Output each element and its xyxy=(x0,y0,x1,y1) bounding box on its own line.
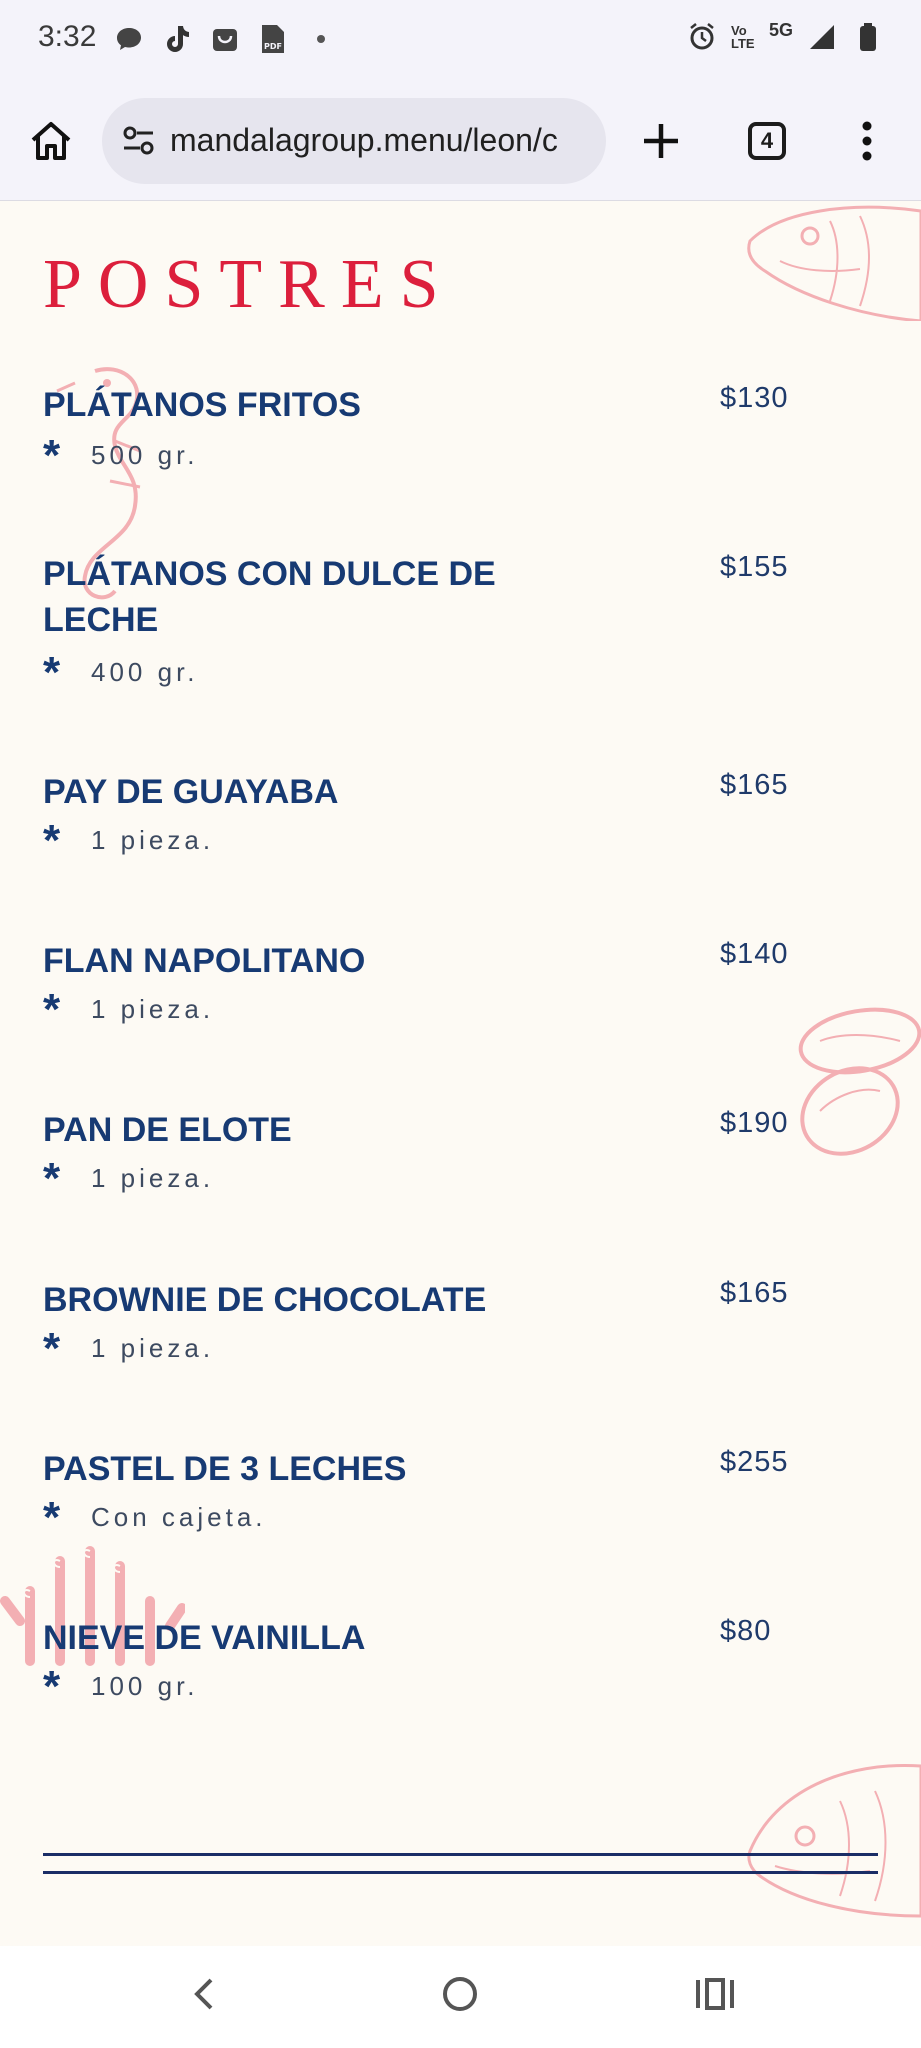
menu-item: PLÁTANOS FRITOS $130 * 500 gr. xyxy=(43,382,873,512)
menu-page: POSTRES PLÁTANOS FRITOS $130 * 500 gr. P… xyxy=(0,201,921,1946)
menu-item: BROWNIE DE CHOCOLATE $165 * 1 pieza. xyxy=(43,1277,873,1407)
item-name: PASTEL DE 3 LECHES xyxy=(43,1450,407,1488)
recent-apps-button[interactable] xyxy=(690,1974,740,2014)
item-bullet: * xyxy=(43,1154,61,1203)
item-description: 1 pieza. xyxy=(91,825,215,855)
item-price: $155 xyxy=(720,551,789,583)
address-bar[interactable]: mandalagroup.menu/leon/c xyxy=(102,98,606,184)
item-price: $165 xyxy=(720,769,789,801)
notification-icons: PDF xyxy=(112,22,338,56)
dot-icon xyxy=(304,22,338,56)
tab-switcher-button[interactable]: 4 xyxy=(748,122,786,160)
home-icon xyxy=(31,122,71,160)
plus-icon xyxy=(644,124,678,158)
menu-item: PLÁTANOS CON DULCE DE LECHE $155 * 400 g… xyxy=(43,551,873,711)
item-price: $130 xyxy=(720,382,789,414)
fish-illustration-icon xyxy=(747,205,921,321)
item-description: 100 gr. xyxy=(91,1671,199,1701)
more-vert-icon xyxy=(862,121,872,161)
item-bullet: * xyxy=(43,1493,61,1542)
back-button[interactable] xyxy=(185,1974,225,2014)
menu-item: PASTEL DE 3 LECHES $255 * Con cajeta. xyxy=(43,1446,873,1576)
home-button[interactable] xyxy=(26,116,76,166)
item-bullet: * xyxy=(43,816,61,865)
tiktok-icon xyxy=(160,22,194,56)
menu-item: PAN DE ELOTE $190 * 1 pieza. xyxy=(43,1107,873,1237)
item-bullet: * xyxy=(43,1324,61,1373)
system-nav-bar xyxy=(0,1946,921,2048)
item-name: PAN DE ELOTE xyxy=(43,1111,292,1149)
url-text[interactable]: mandalagroup.menu/leon/c xyxy=(170,122,596,159)
item-description: 400 gr. xyxy=(91,657,199,687)
recents-icon xyxy=(696,1978,734,2010)
item-description: 1 pieza. xyxy=(91,1333,215,1363)
item-bullet: * xyxy=(43,648,61,697)
menu-item: FLAN NAPOLITANO $140 * 1 pieza. xyxy=(43,938,873,1068)
item-price: $80 xyxy=(720,1615,772,1647)
item-price: $140 xyxy=(720,938,789,970)
browser-menu-button[interactable] xyxy=(852,116,882,166)
menu-item: NIEVE DE VAINILLA $80 * 100 gr. xyxy=(43,1615,873,1745)
browser-toolbar: mandalagroup.menu/leon/c 4 xyxy=(0,82,921,201)
item-description: 1 pieza. xyxy=(91,994,215,1024)
item-name: BROWNIE DE CHOCOLATE xyxy=(43,1281,487,1319)
item-bullet: * xyxy=(43,1662,61,1711)
nav-home-button[interactable] xyxy=(440,1974,480,2014)
alarm-icon xyxy=(685,20,719,54)
shop-icon xyxy=(208,22,242,56)
svg-text:PDF: PDF xyxy=(264,42,282,51)
status-bar: 3:32 PDF Vo LTE 5G xyxy=(0,0,921,82)
item-bullet: * xyxy=(43,985,61,1034)
section-title: POSTRES xyxy=(43,246,455,323)
signal-icon xyxy=(805,20,839,54)
item-price: $165 xyxy=(720,1277,789,1309)
battery-icon xyxy=(851,20,885,54)
fish-bottom-illustration-icon xyxy=(747,1763,921,1918)
item-description: 1 pieza. xyxy=(91,1163,215,1193)
menu-item: PAY DE GUAYABA $165 * 1 pieza. xyxy=(43,769,873,899)
site-settings-icon[interactable] xyxy=(120,122,158,160)
new-tab-button[interactable] xyxy=(636,116,686,166)
item-name: NIEVE DE VAINILLA xyxy=(43,1619,366,1657)
item-price: $190 xyxy=(720,1107,789,1139)
item-description: Con cajeta. xyxy=(91,1502,267,1532)
chevron-left-icon xyxy=(194,1978,213,2010)
system-icons: Vo LTE 5G xyxy=(685,20,885,54)
5g-icon: 5G xyxy=(768,19,793,40)
pdf-icon: PDF xyxy=(256,22,290,56)
divider-line xyxy=(43,1871,878,1874)
chat-icon xyxy=(112,22,146,56)
item-name: PLÁTANOS FRITOS xyxy=(43,386,361,424)
volte-icon: Vo LTE xyxy=(730,23,755,51)
item-name: PLÁTANOS CON DULCE DE LECHE xyxy=(43,555,496,639)
item-price: $255 xyxy=(720,1446,789,1478)
divider-line xyxy=(43,1853,878,1856)
item-bullet: * xyxy=(43,431,61,480)
circle-home-icon xyxy=(443,1977,477,2011)
item-description: 500 gr. xyxy=(91,440,199,470)
status-time: 3:32 xyxy=(38,20,97,53)
item-name: FLAN NAPOLITANO xyxy=(43,942,366,980)
item-name: PAY DE GUAYABA xyxy=(43,773,339,811)
